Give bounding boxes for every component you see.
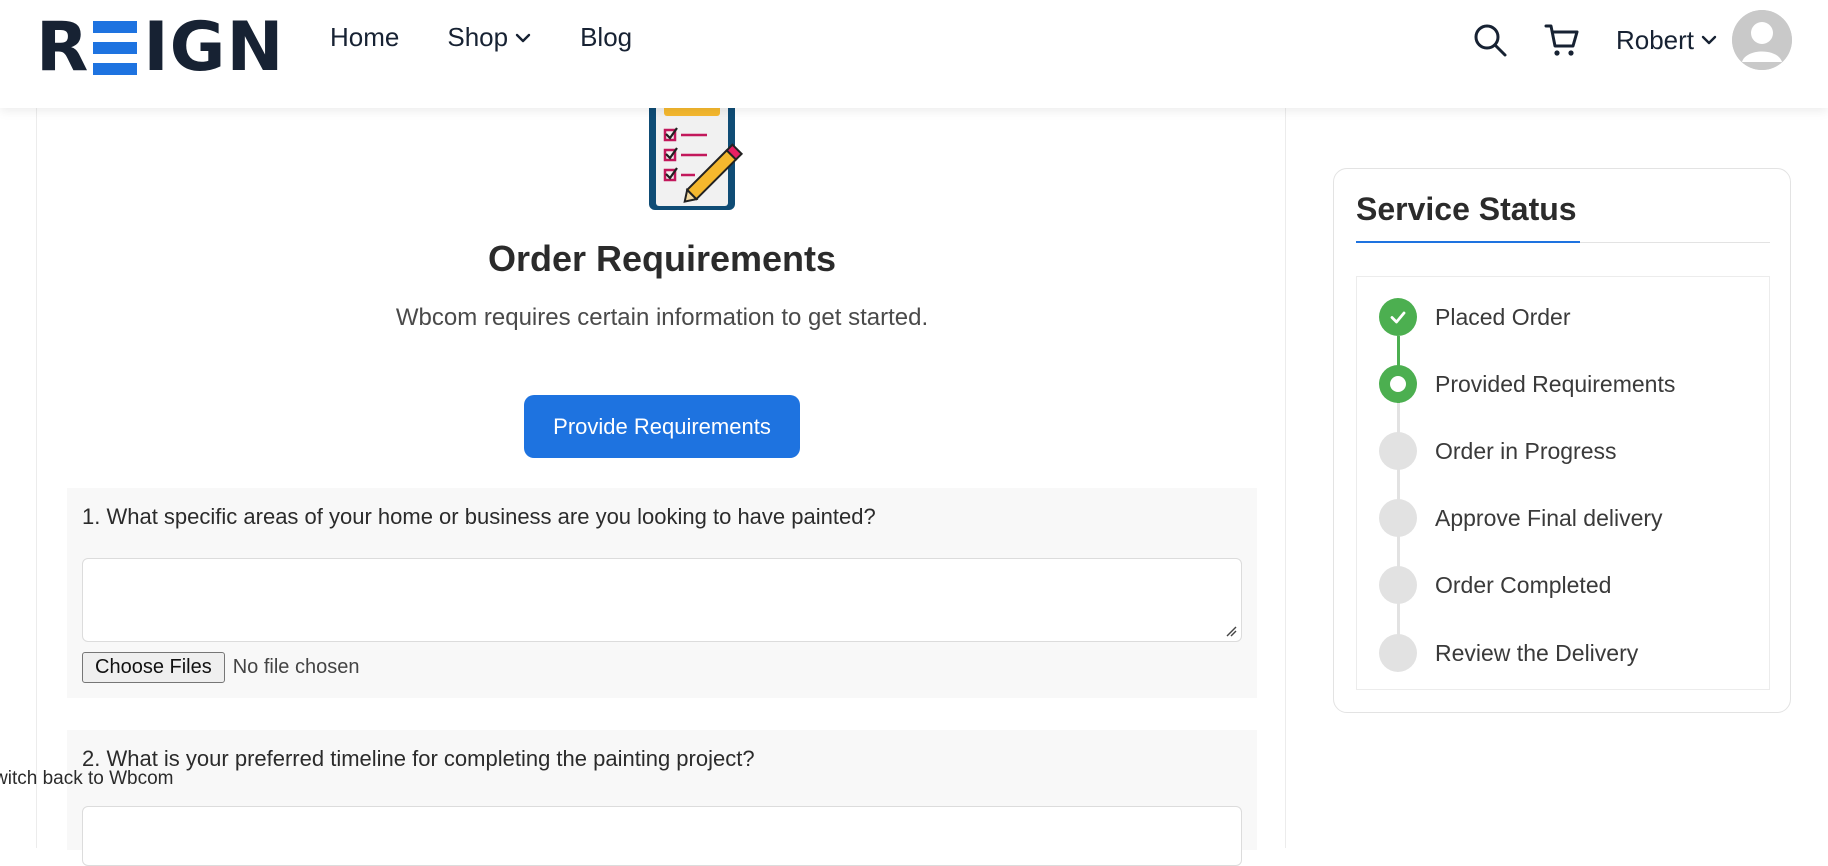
page-title: Order Requirements xyxy=(487,238,837,279)
choose-files-button[interactable]: Choose Files xyxy=(82,652,225,683)
question-block-1: 1. What specific areas of your home or b… xyxy=(67,488,1257,698)
file-status: No file chosen xyxy=(232,656,360,678)
avatar[interactable] xyxy=(1732,10,1792,70)
title-accent-line xyxy=(1356,241,1580,243)
step-current-marker xyxy=(1379,365,1417,403)
header-actions: Robert xyxy=(1472,10,1792,70)
search-icon[interactable] xyxy=(1472,22,1508,58)
step-pending-marker xyxy=(1379,432,1417,470)
step-pending-marker xyxy=(1379,566,1417,604)
step-label: Placed Order xyxy=(1435,303,1571,330)
question-label: 1. What specific areas of your home or b… xyxy=(82,504,876,529)
avatar-icon xyxy=(1732,10,1792,70)
status-step-provided-requirements: Provided Requirements xyxy=(1357,359,1767,409)
question-label: 2. What is your preferred timeline for c… xyxy=(82,746,755,771)
resize-grip-icon[interactable] xyxy=(1225,625,1237,637)
service-status-card: Service Status Placed Order Provided Req… xyxy=(1333,168,1791,713)
chevron-down-icon xyxy=(1701,35,1717,45)
step-label: Order Completed xyxy=(1435,571,1612,598)
file-upload: Choose Files No file chosen xyxy=(82,652,359,683)
step-done-marker xyxy=(1379,298,1417,336)
main-nav: Home Shop Blog xyxy=(330,22,680,53)
user-name-label: Robert xyxy=(1615,24,1694,55)
status-steps: Placed Order Provided Requirements Order… xyxy=(1356,276,1770,690)
status-step-placed-order: Placed Order xyxy=(1357,292,1767,342)
switch-back-link[interactable]: witch back to Wbcom xyxy=(0,768,174,790)
nav-shop[interactable]: Shop xyxy=(447,22,532,53)
chevron-down-icon xyxy=(515,33,531,42)
answer-textarea[interactable] xyxy=(82,806,1242,866)
status-step-order-completed: Order Completed xyxy=(1357,560,1767,610)
user-menu[interactable]: Robert xyxy=(1616,25,1718,56)
order-requirements-panel: Order Requirements Wbcom requires certai… xyxy=(36,108,1286,866)
status-step-order-in-progress: Order in Progress xyxy=(1357,426,1767,476)
nav-blog[interactable]: Blog xyxy=(580,22,632,53)
question-block-2: 2. What is your preferred timeline for c… xyxy=(67,730,1257,866)
checklist-illustration xyxy=(649,108,744,210)
nav-shop-label: Shop xyxy=(447,22,509,52)
step-label: Provided Requirements xyxy=(1435,370,1676,397)
provide-requirements-button[interactable]: Provide Requirements xyxy=(524,395,800,458)
step-label: Order in Progress xyxy=(1435,437,1617,464)
nav-home[interactable]: Home xyxy=(330,22,399,53)
nav-blog-label: Blog xyxy=(580,22,633,52)
status-step-approve-final-delivery: Approve Final delivery xyxy=(1357,493,1767,543)
step-label: Approve Final delivery xyxy=(1435,504,1663,531)
answer-textarea[interactable] xyxy=(82,558,1242,642)
page-subtitle: Wbcom requires certain information to ge… xyxy=(395,304,929,331)
step-label: Review the Delivery xyxy=(1435,639,1639,666)
status-step-review-delivery: Review the Delivery xyxy=(1357,628,1767,678)
logo-letter-r: R xyxy=(36,8,90,87)
logo-e-mark xyxy=(93,21,138,75)
site-logo[interactable]: R IGN xyxy=(36,14,284,82)
service-status-title: Service Status xyxy=(1356,191,1577,227)
cart-icon[interactable] xyxy=(1544,22,1580,58)
nav-home-label: Home xyxy=(330,22,400,52)
site-header: R IGN Home Shop Blog Robert xyxy=(0,0,1828,108)
logo-letters-ign: IGN xyxy=(143,8,285,87)
step-pending-marker xyxy=(1379,499,1417,537)
step-pending-marker xyxy=(1379,634,1417,672)
check-icon xyxy=(1390,311,1406,324)
